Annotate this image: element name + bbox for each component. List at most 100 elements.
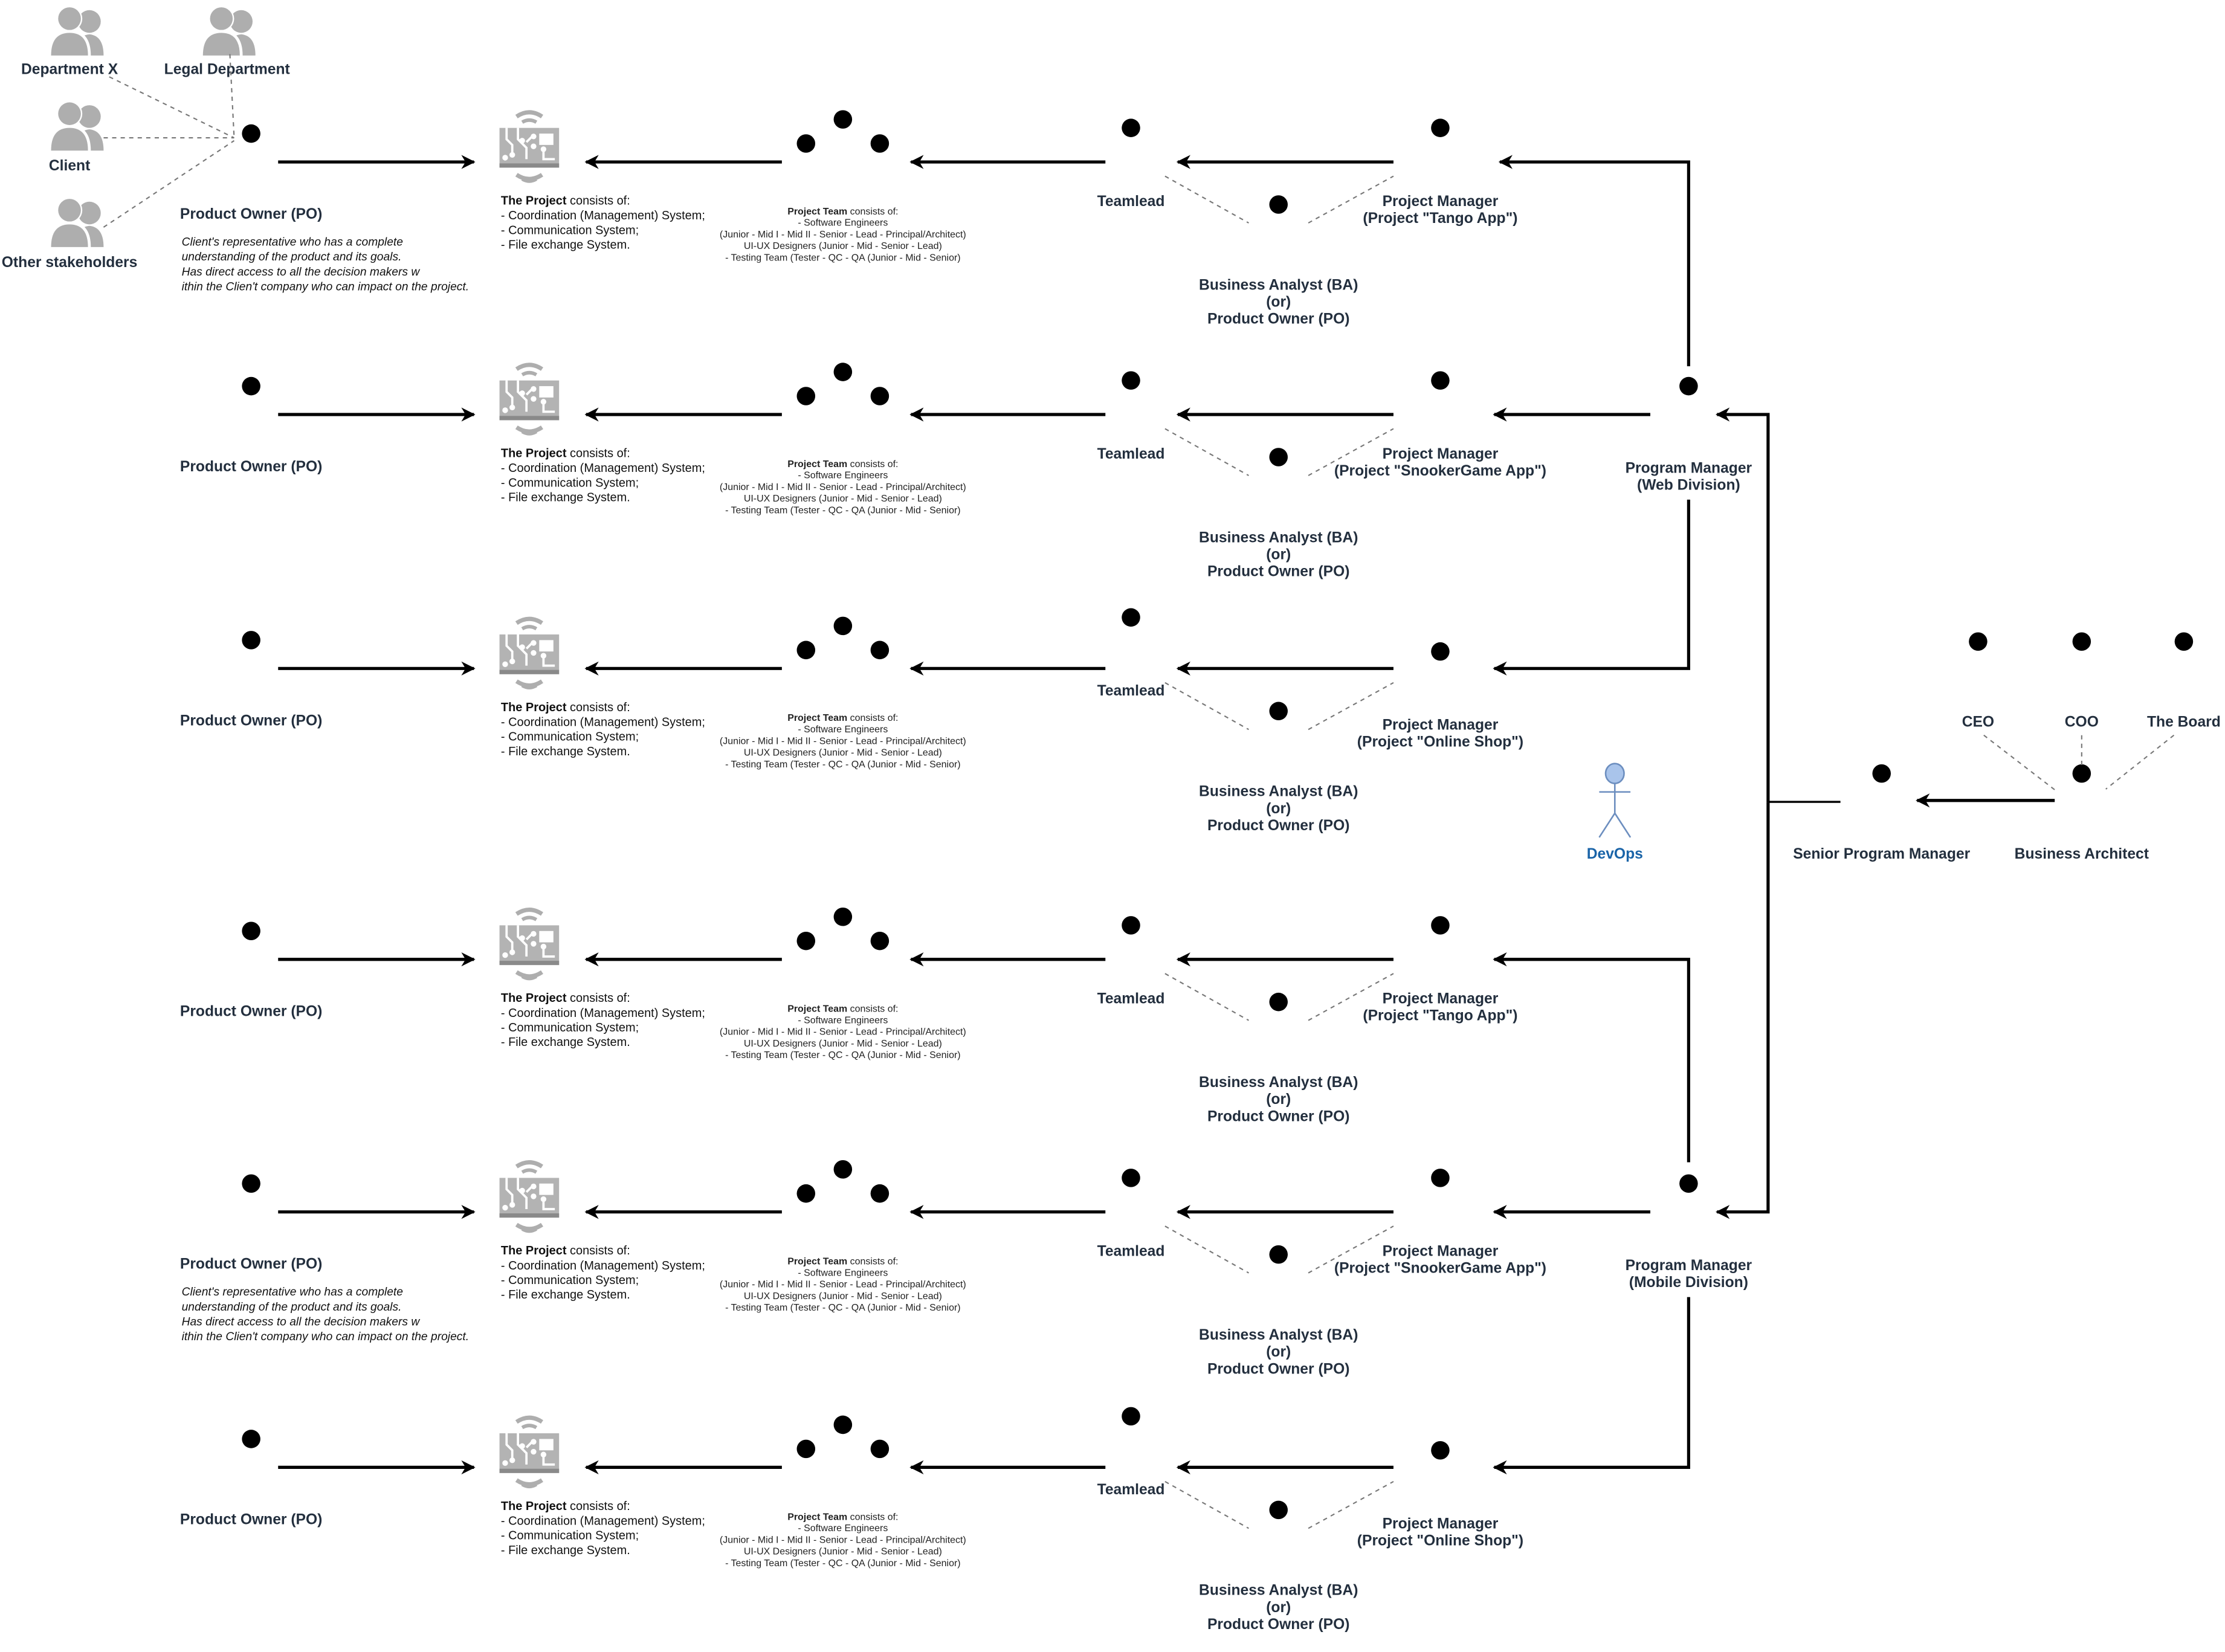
actor-icon bbox=[1424, 642, 1456, 715]
actor-icon bbox=[827, 616, 859, 690]
circuit-board-icon bbox=[500, 112, 560, 181]
coo-label: COO bbox=[2065, 714, 2099, 731]
project-manager: Project Manager(Project "Online Shop") bbox=[1357, 642, 1523, 750]
connector-mobile-to-pm3 bbox=[1493, 1297, 1690, 1475]
project-team-line: - Software Engineers bbox=[798, 1268, 888, 1278]
project-title: The Project consists of: bbox=[501, 1244, 630, 1257]
product-owner-description: Client's representative who has a comple… bbox=[182, 1286, 403, 1299]
dashed-link bbox=[1308, 1480, 1394, 1529]
connector-senior-to-mobile bbox=[1716, 802, 1770, 1219]
product-owner: Product Owner (PO) bbox=[180, 1430, 322, 1528]
dashed-link bbox=[1983, 734, 2058, 793]
actor-icon bbox=[1115, 118, 1147, 192]
ba-po-label: Product Owner (PO) bbox=[1207, 1108, 1349, 1124]
project-name: (Project "Online Shop") bbox=[1357, 734, 1523, 750]
actor-icon bbox=[790, 134, 822, 208]
actor-icon bbox=[2168, 632, 2200, 706]
dashed-link bbox=[1164, 682, 1249, 731]
circuit-board-icon bbox=[500, 1418, 560, 1486]
project-team: Project Team consists of:- Software Engi… bbox=[720, 908, 966, 1060]
user-group-icon bbox=[50, 198, 103, 247]
actor-icon bbox=[2066, 764, 2097, 837]
ba-label: Business Analyst (BA) bbox=[1199, 1074, 1358, 1091]
project-row: Product Owner (PO) The Project consists o… bbox=[180, 1407, 1523, 1633]
actor-icon bbox=[864, 1184, 896, 1257]
actor-icon bbox=[1262, 448, 1294, 521]
project-name: (Project "Online Shop") bbox=[1357, 1533, 1523, 1549]
ba-label: Business Analyst (BA) bbox=[1199, 529, 1358, 546]
product-owner-description: understanding of the product and its goa… bbox=[182, 1301, 402, 1314]
circuit-board-icon bbox=[500, 1163, 560, 1231]
teamlead-label: Teamlead bbox=[1097, 1482, 1165, 1498]
stakeholder-label: Other stakeholders bbox=[2, 254, 138, 271]
product-owner: Product Owner (PO) bbox=[180, 921, 322, 1020]
product-owner-description: Has direct access to all the decision ma… bbox=[182, 1316, 421, 1329]
program-manager-mobile: Program Manager (Mobile Division) bbox=[1626, 1174, 1752, 1291]
project-team-line: - Software Engineers bbox=[798, 724, 888, 735]
ceo-label: CEO bbox=[1962, 714, 1994, 731]
actor-icon bbox=[1262, 1245, 1294, 1318]
actor-icon bbox=[235, 631, 267, 705]
project-item: - Communication System; bbox=[501, 731, 639, 744]
project-row: Product Owner (PO) Client's representativ… bbox=[180, 110, 1517, 327]
project-team-line: UI-UX Designers (Junior - Mid - Senior -… bbox=[744, 1547, 942, 1557]
project-manager-label: Project Manager bbox=[1383, 1515, 1499, 1532]
project-manager: Project Manager(Project "SnookerGame App… bbox=[1334, 1169, 1546, 1277]
project-box: The Project consists of:- Coordination (… bbox=[500, 112, 705, 252]
stakeholder-label: Client bbox=[49, 158, 90, 174]
project-team-line: (Junior - Mid I - Mid II - Senior - Lead… bbox=[720, 1535, 966, 1545]
project-name: (Project "SnookerGame App") bbox=[1334, 463, 1546, 479]
project-team-line: - Testing Team (Tester - QC - QA (Junior… bbox=[725, 1050, 960, 1060]
project-team-title: Project Team consists of: bbox=[787, 207, 898, 217]
dashed-link bbox=[2105, 734, 2175, 790]
actor-icon bbox=[235, 921, 267, 995]
program-manager-label: Program Manager bbox=[1626, 460, 1752, 476]
project-team-title: Project Team consists of: bbox=[787, 1257, 898, 1267]
actor-icon bbox=[1262, 195, 1294, 269]
stakeholder-other: Other stakeholders bbox=[2, 198, 138, 271]
actor-icon bbox=[1115, 371, 1147, 445]
stakeholder-client: Client bbox=[49, 101, 104, 174]
project-item: - Coordination (Management) System; bbox=[501, 715, 705, 729]
project-rows: Product Owner (PO) Client's representativ… bbox=[180, 110, 1546, 1633]
user-group-icon bbox=[50, 101, 103, 150]
ba-label: Business Analyst (BA) bbox=[1199, 784, 1358, 800]
ba-or-label: (or) bbox=[1266, 1344, 1291, 1360]
dashed-link bbox=[1164, 1225, 1249, 1274]
actor-icon bbox=[1115, 1169, 1147, 1242]
connector-web-to-pm3 bbox=[1493, 499, 1690, 676]
project-team: Project Team consists of:- Software Engi… bbox=[720, 1415, 966, 1569]
project-item: - Coordination (Management) System; bbox=[501, 1259, 705, 1273]
project-item: - Coordination (Management) System; bbox=[501, 1514, 705, 1528]
program-manager-division: (Mobile Division) bbox=[1629, 1274, 1748, 1291]
project-item: - Coordination (Management) System; bbox=[501, 462, 705, 475]
stakeholder-legal-department: Legal Department bbox=[164, 6, 290, 77]
actor-icon bbox=[864, 134, 896, 208]
actor-icon bbox=[1598, 763, 1632, 838]
product-owner-label: Product Owner (PO) bbox=[180, 206, 322, 222]
ba-label: Business Analyst (BA) bbox=[1199, 277, 1358, 293]
project-row: Product Owner (PO) Client's representativ… bbox=[180, 1160, 1546, 1377]
actor-icon bbox=[1262, 1500, 1294, 1574]
dashed-link bbox=[1164, 973, 1249, 1021]
actor-icon bbox=[827, 363, 859, 436]
project-team-line: (Junior - Mid I - Mid II - Senior - Lead… bbox=[720, 1280, 966, 1290]
teamlead-label: Teamlead bbox=[1097, 193, 1165, 210]
project-box: The Project consists of:- Coordination (… bbox=[500, 365, 705, 504]
project-box: The Project consists of:- Coordination (… bbox=[500, 1418, 705, 1557]
project-team-line: (Junior - Mid I - Mid II - Senior - Lead… bbox=[720, 482, 966, 492]
project-box: The Project consists of: - Coordination (… bbox=[500, 1163, 705, 1302]
project-item: - File exchange System. bbox=[501, 491, 630, 504]
actor-icon bbox=[827, 110, 859, 184]
actor-icon bbox=[235, 1430, 267, 1503]
ba-po-label: Product Owner (PO) bbox=[1207, 1361, 1349, 1377]
project-manager-label: Project Manager bbox=[1383, 446, 1499, 462]
project-manager: Project Manager(Project "Tango App") bbox=[1363, 916, 1517, 1024]
business-analyst: Business Analyst (BA)(or)Product Owner (… bbox=[1199, 702, 1358, 834]
devops-actor: DevOps bbox=[1587, 763, 1643, 862]
stakeholder-department-x: Department X bbox=[21, 6, 118, 77]
dashed-link bbox=[109, 76, 234, 139]
ba-or-label: (or) bbox=[1266, 1091, 1291, 1108]
circuit-board-icon bbox=[500, 365, 560, 434]
project-team-line: (Junior - Mid I - Mid II - Senior - Lead… bbox=[720, 736, 966, 746]
